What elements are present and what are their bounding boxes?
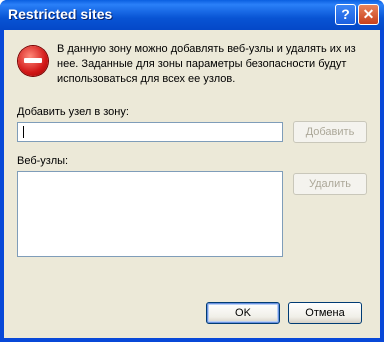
title-bar[interactable]: Restricted sites ? ✕ (0, 0, 384, 30)
close-button[interactable]: ✕ (358, 4, 379, 25)
remove-button[interactable]: Удалить (293, 173, 367, 195)
ok-button[interactable]: OK (206, 302, 280, 324)
text-caret (23, 126, 24, 138)
add-site-label: Добавить узел в зону: (17, 106, 129, 118)
close-icon: ✕ (362, 6, 375, 22)
window-title: Restricted sites (8, 6, 113, 22)
stop-icon (18, 46, 48, 76)
info-text: В данную зону можно добавлять веб-узлы и… (57, 43, 356, 85)
help-icon: ? (341, 6, 350, 22)
dialog-body: В данную зону можно добавлять веб-узлы и… (4, 30, 380, 338)
dialog-window: Restricted sites ? ✕ В данную зону можно… (0, 0, 384, 342)
add-site-input[interactable] (17, 122, 283, 142)
sites-label: Веб-узлы: (17, 155, 69, 167)
add-button[interactable]: Добавить (293, 121, 367, 143)
help-button[interactable]: ? (335, 4, 356, 25)
sites-listbox[interactable] (17, 171, 283, 257)
cancel-button[interactable]: Отмена (288, 302, 362, 324)
